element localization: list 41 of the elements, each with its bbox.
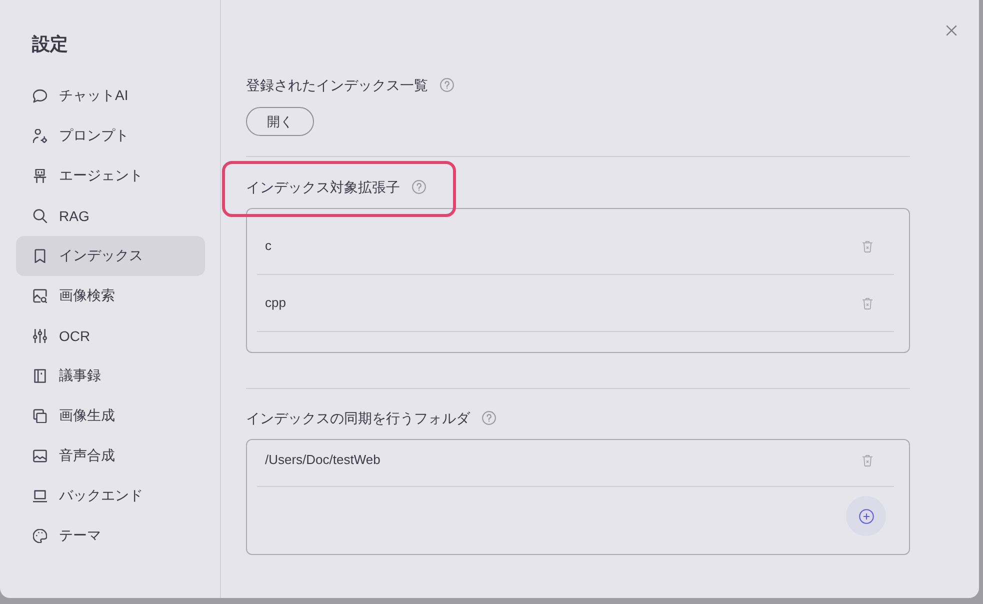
add-button[interactable] [846, 496, 886, 536]
sidebar-item[interactable]: RAG [16, 196, 205, 236]
sidebar-item[interactable]: プロンプト [16, 116, 205, 156]
trash-icon[interactable] [862, 454, 873, 467]
bookmark-icon [33, 249, 47, 263]
chat-bubble-icon [33, 89, 47, 103]
sliders-icon [33, 329, 47, 343]
sidebar-item[interactable]: チャットAI [16, 76, 205, 116]
sidebar-item[interactable]: テーマ [16, 516, 205, 556]
item-text: /Users/Doc/testWeb [265, 451, 380, 469]
sidebar-item[interactable]: エージェント [16, 156, 205, 196]
sidebar-item[interactable]: 音声合成 [16, 436, 205, 476]
sidebar-item[interactable]: バックエンド [16, 476, 205, 516]
image-search-icon [33, 289, 47, 303]
settings-title: 設定 [30, 33, 69, 56]
item-text: cpp [265, 294, 286, 312]
help-icon[interactable] [412, 180, 426, 194]
close-icon[interactable] [946, 25, 957, 36]
palette-icon [33, 529, 47, 543]
search-icon [33, 209, 47, 223]
item-text: c [265, 237, 272, 255]
help-icon[interactable] [440, 78, 454, 92]
image-icon [33, 449, 47, 463]
trash-icon[interactable] [862, 296, 873, 310]
plus-circle-icon [858, 508, 874, 524]
help-icon[interactable] [482, 411, 496, 425]
section-title: インデックスの同期を行うフォルダ [246, 409, 470, 428]
copy-icon [33, 409, 47, 423]
section-title: 登録されたインデックス一覧 [246, 76, 428, 95]
notebook-icon [33, 369, 47, 383]
person-gear-icon [33, 129, 47, 143]
open-button[interactable]: 開く [246, 107, 314, 136]
laptop-icon [33, 489, 47, 503]
trash-icon[interactable] [862, 240, 873, 252]
robot-icon [33, 169, 47, 183]
section-title: インデックス対象拡張子 [246, 178, 400, 197]
sidebar-item[interactable]: インデックス [16, 236, 205, 276]
sidebar-item[interactable]: OCR [16, 316, 205, 356]
sidebar-item[interactable]: 画像生成 [16, 396, 205, 436]
sidebar-item[interactable]: 議事録 [16, 356, 205, 396]
sidebar-item[interactable]: 画像検索 [16, 276, 205, 316]
